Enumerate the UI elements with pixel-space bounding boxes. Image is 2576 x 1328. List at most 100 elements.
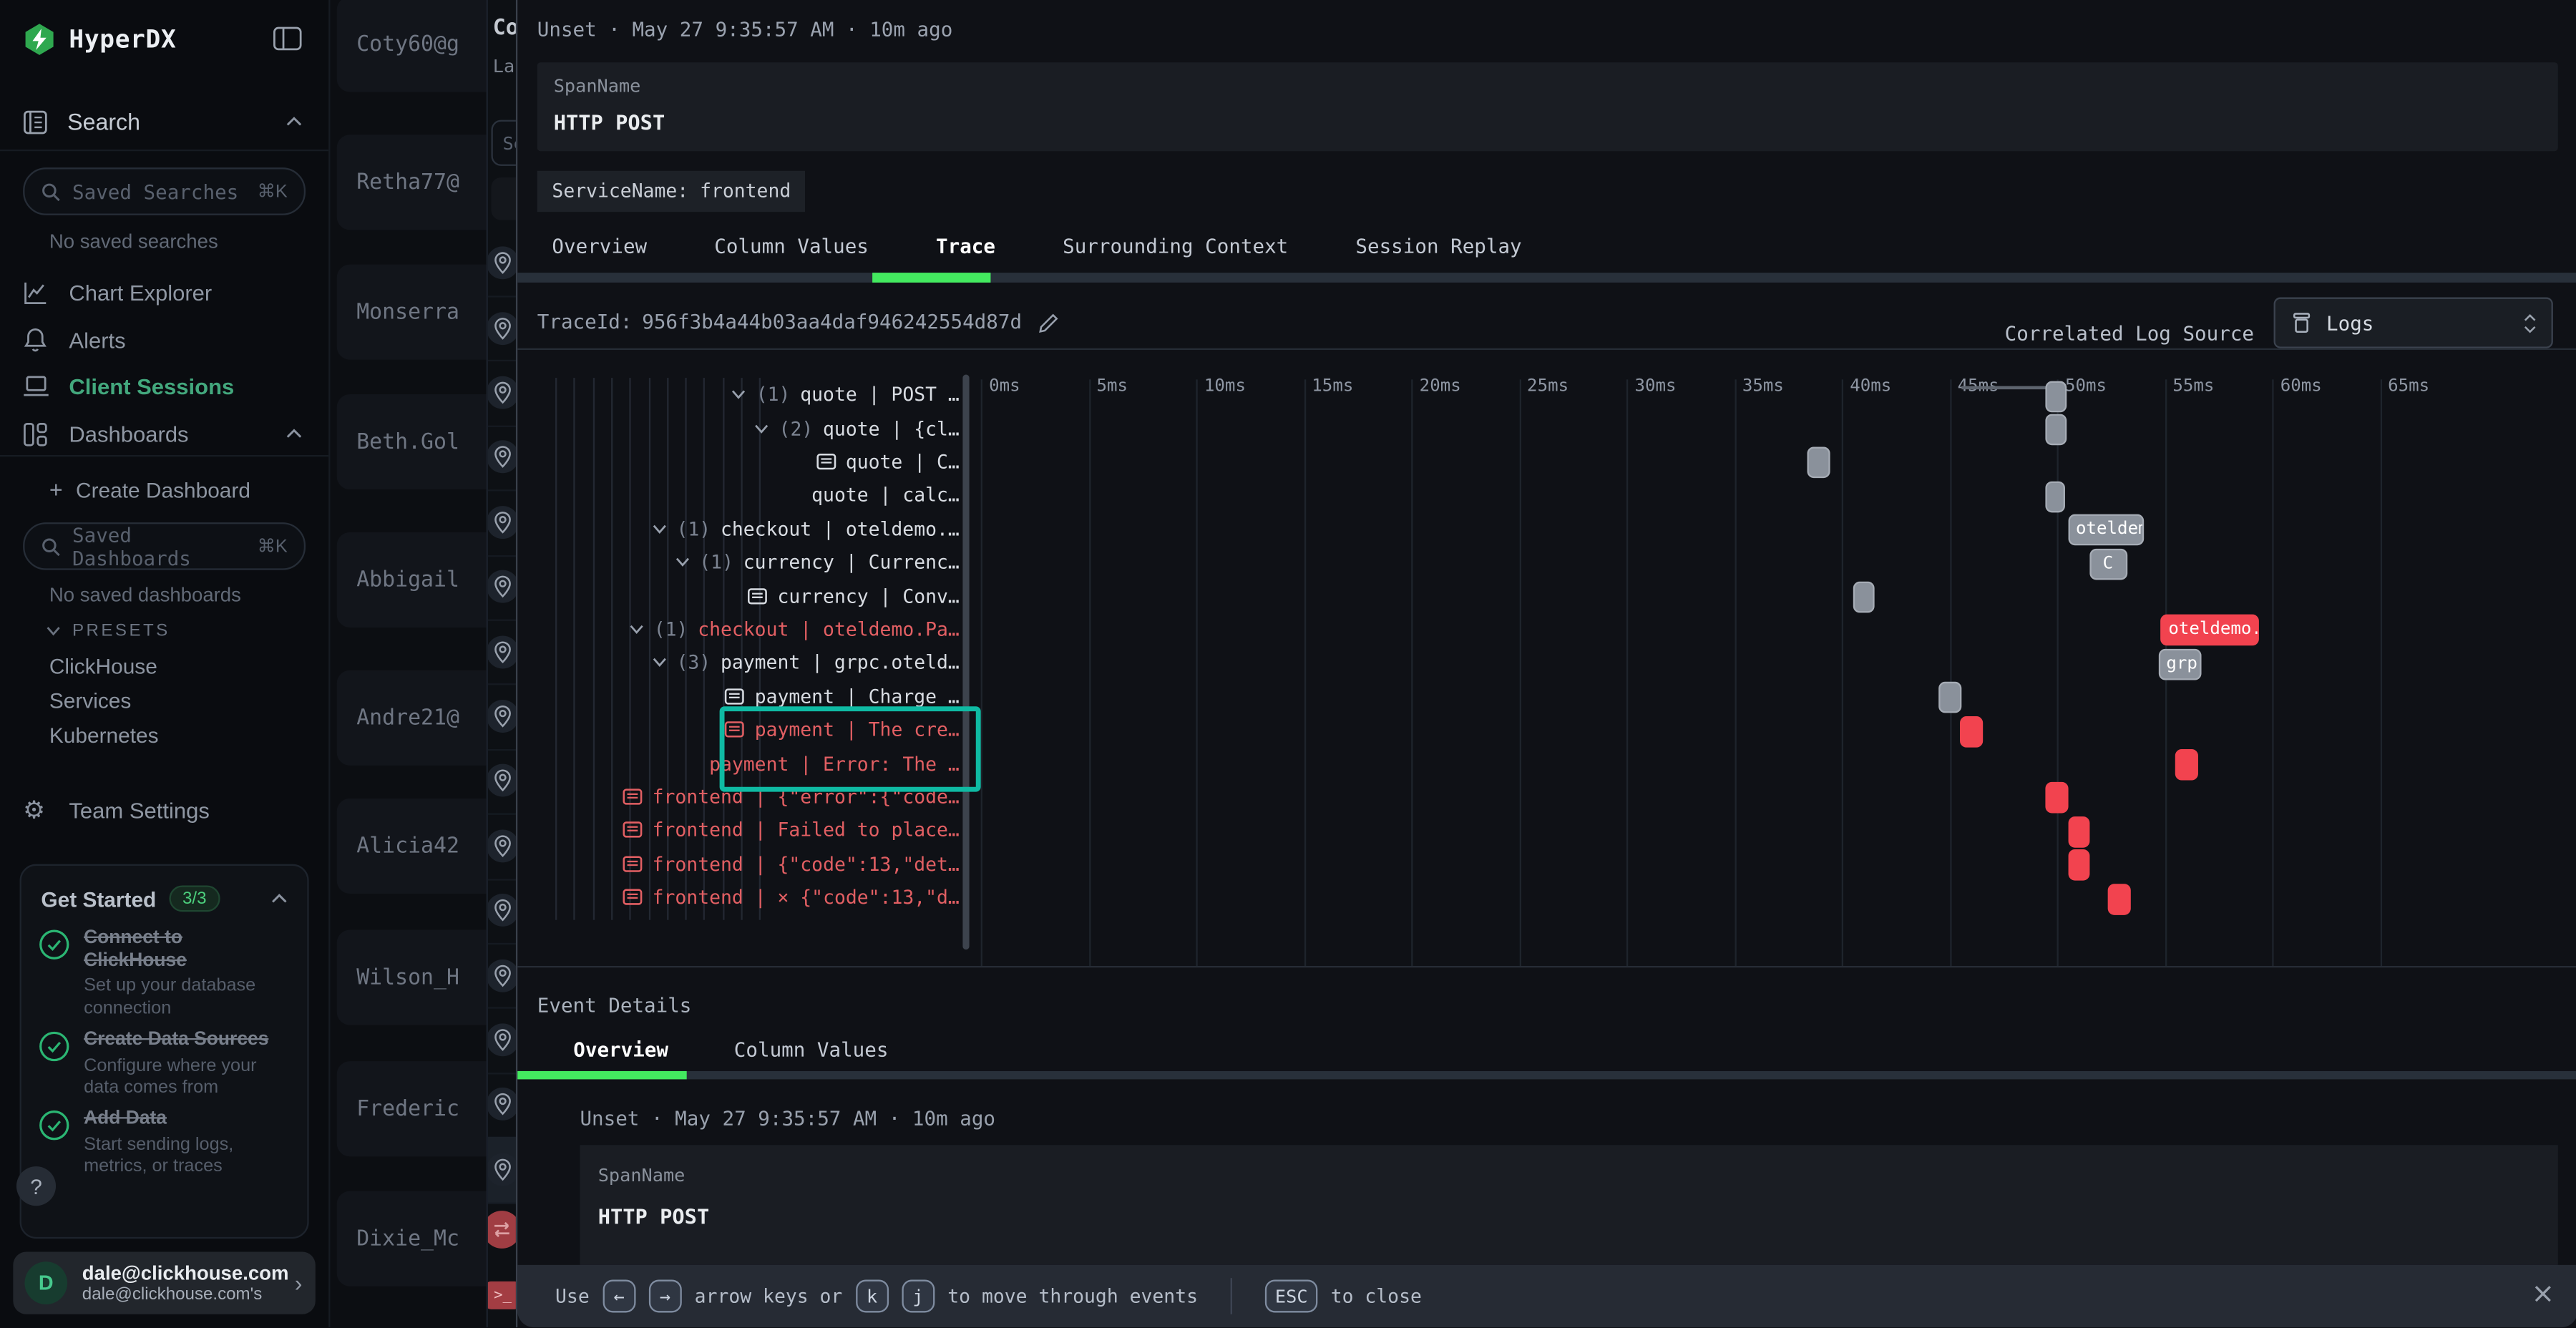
- chevron-right-icon: ›: [295, 1270, 303, 1297]
- event-details-tab-column-values[interactable]: Column Values: [734, 1038, 889, 1061]
- user-menu[interactable]: D dale@clickhouse.com dale@clickhouse.co…: [13, 1251, 315, 1314]
- tab-column-values[interactable]: Column Values: [714, 235, 869, 258]
- chevron-up-icon[interactable]: [286, 429, 302, 439]
- tab-session-replay[interactable]: Session Replay: [1355, 235, 1521, 258]
- trace-tree-row[interactable]: (1)checkout | oteldemo.…: [517, 512, 960, 545]
- trace-tree-row[interactable]: frontend | {"code":13,"det…: [517, 847, 960, 881]
- sidebar-item-dashboards[interactable]: Dashboards: [0, 412, 328, 455]
- event-pin-row[interactable]: [488, 684, 517, 751]
- chevron-down-icon[interactable]: [652, 658, 667, 668]
- trace-row-text: quote | C…: [846, 450, 960, 473]
- trace-tree-row[interactable]: (1)checkout | oteldemo.Pa…: [517, 612, 960, 646]
- get-started-item[interactable]: Add DataStart sending logs, metrics, or …: [38, 1109, 288, 1179]
- create-dashboard-button[interactable]: + Create Dashboard: [49, 477, 250, 503]
- chevron-up-icon[interactable]: [286, 117, 302, 127]
- trace-span-bar[interactable]: [1938, 682, 1961, 713]
- trace-span-bar[interactable]: [2046, 783, 2069, 814]
- trace-span-bar[interactable]: [2068, 816, 2091, 847]
- event-pin-row[interactable]: [488, 620, 517, 686]
- event-pin-row[interactable]: [488, 1073, 517, 1139]
- help-button[interactable]: ?: [16, 1166, 56, 1206]
- collapse-sidebar-icon[interactable]: [273, 26, 302, 51]
- trace-span-bar[interactable]: [2046, 414, 2067, 445]
- sidebar-item-chart-explorer[interactable]: Chart Explorer: [0, 271, 328, 314]
- trace-id-row: TraceId: 956f3b4a44b03aa4daf946242554d87…: [537, 311, 1060, 333]
- event-pin-row[interactable]: [488, 555, 517, 621]
- exchange-error-icon[interactable]: [487, 1211, 518, 1249]
- trace-span-bar[interactable]: [2175, 749, 2198, 781]
- event-pin-row[interactable]: [488, 1137, 517, 1204]
- terminal-error-icon[interactable]: >_: [487, 1281, 518, 1309]
- presets-toggle[interactable]: PRESETS: [46, 621, 170, 641]
- chevron-down-icon[interactable]: [731, 390, 746, 400]
- event-pin-row[interactable]: [488, 425, 517, 492]
- trace-tree-row[interactable]: (1)quote | POST …: [517, 378, 960, 411]
- event-pin-row[interactable]: [488, 1007, 517, 1074]
- trace-span-bar[interactable]: grp: [2158, 648, 2202, 680]
- chevron-down-icon[interactable]: [652, 524, 667, 534]
- trace-tree-row[interactable]: (1)currency | Currenc…: [517, 545, 960, 579]
- timeline-tick-label: 30ms: [1634, 376, 1676, 396]
- get-started-item[interactable]: Create Data SourcesConfigure where your …: [38, 1030, 288, 1100]
- chevron-down-icon[interactable]: [629, 624, 644, 634]
- sidebar-item-alerts[interactable]: Alerts: [0, 318, 328, 361]
- trace-span-bar[interactable]: [1853, 582, 1875, 613]
- sidebar-section-search[interactable]: Search: [0, 97, 328, 146]
- service-name-chip[interactable]: ServiceName: frontend: [537, 171, 806, 212]
- location-pin-icon: [487, 700, 518, 733]
- event-details-tab-overview[interactable]: Overview: [573, 1038, 668, 1061]
- sidebar-item-team-settings[interactable]: ⚙ Team Settings: [0, 788, 328, 831]
- preset-link-kubernetes[interactable]: Kubernetes: [49, 723, 159, 747]
- trace-span-bar[interactable]: oteldem: [2068, 514, 2145, 546]
- trace-tree-row[interactable]: frontend | × {"code":13,"d…: [517, 881, 960, 914]
- filter-button[interactable]: [491, 177, 517, 220]
- tab-trace[interactable]: Trace: [936, 235, 995, 258]
- trace-row-text: frontend | {"code":13,"det…: [653, 852, 960, 875]
- timeline-tick-label: 15ms: [1312, 376, 1353, 396]
- get-started-item[interactable]: Connect to ClickHouseSet up your databas…: [38, 928, 288, 1020]
- child-count: (2): [779, 416, 814, 439]
- event-pin-row[interactable]: [488, 878, 517, 944]
- events-search-input[interactable]: Sea: [491, 120, 517, 166]
- trace-span-bar[interactable]: [2068, 849, 2091, 881]
- chevron-up-icon[interactable]: [271, 894, 288, 904]
- trace-tree-row[interactable]: frontend | Failed to place…: [517, 814, 960, 847]
- trace-tree-row[interactable]: (3)payment | grpc.oteld…: [517, 646, 960, 680]
- chevron-down-icon[interactable]: [754, 423, 769, 433]
- preset-link-services[interactable]: Services: [49, 688, 131, 713]
- trace-span-bar[interactable]: [1960, 716, 1983, 747]
- trace-tree-row[interactable]: quote | calc…: [517, 479, 960, 512]
- tab-surrounding-context[interactable]: Surrounding Context: [1063, 235, 1288, 258]
- sidebar-item-client-sessions[interactable]: Client Sessions: [0, 365, 328, 408]
- trace-span-bar[interactable]: [2046, 381, 2067, 412]
- trace-span-bar[interactable]: oteldemo.: [2160, 615, 2258, 646]
- preset-link-clickhouse[interactable]: ClickHouse: [49, 654, 157, 678]
- bar-label: grp: [2160, 653, 2202, 673]
- event-pin-row[interactable]: [488, 296, 517, 362]
- close-icon[interactable]: ×: [2531, 1278, 2555, 1311]
- event-pin-row[interactable]: [488, 748, 517, 815]
- tree-scrollbar[interactable]: [962, 374, 969, 949]
- saved-searches-input[interactable]: Saved Searches ⌘K: [23, 167, 306, 215]
- location-pin-icon: [487, 247, 518, 280]
- event-pin-row[interactable]: [488, 943, 517, 1010]
- trace-span-bar[interactable]: C: [2089, 548, 2127, 580]
- trace-span-bar[interactable]: [2109, 883, 2132, 914]
- edit-pencil-icon[interactable]: [1038, 311, 1060, 333]
- trace-span-bar[interactable]: [2046, 481, 2064, 512]
- brand[interactable]: HyperDX: [23, 23, 176, 56]
- trace-span-bar[interactable]: [1807, 447, 1830, 479]
- sidebar: HyperDX Search Saved Searches ⌘K No save…: [0, 0, 330, 1327]
- trace-tree-row[interactable]: quote | C…: [517, 445, 960, 479]
- event-pin-row[interactable]: [488, 231, 517, 298]
- chevron-down-icon[interactable]: [675, 557, 690, 567]
- trace-tree-row[interactable]: (2)quote | {cl…: [517, 411, 960, 445]
- event-pin-row[interactable]: [488, 814, 517, 880]
- log-source-select[interactable]: Logs: [2274, 298, 2553, 348]
- event-pin-row[interactable]: [488, 361, 517, 427]
- saved-dashboards-input[interactable]: Saved Dashboards ⌘K: [23, 522, 306, 570]
- trace-tree-row[interactable]: currency | Conv…: [517, 579, 960, 612]
- event-pin-row[interactable]: [488, 490, 517, 557]
- trace-waterfall: 0ms5ms10ms15ms20ms25ms30ms35ms40ms45ms50…: [517, 350, 2576, 966]
- tab-overview[interactable]: Overview: [552, 235, 647, 258]
